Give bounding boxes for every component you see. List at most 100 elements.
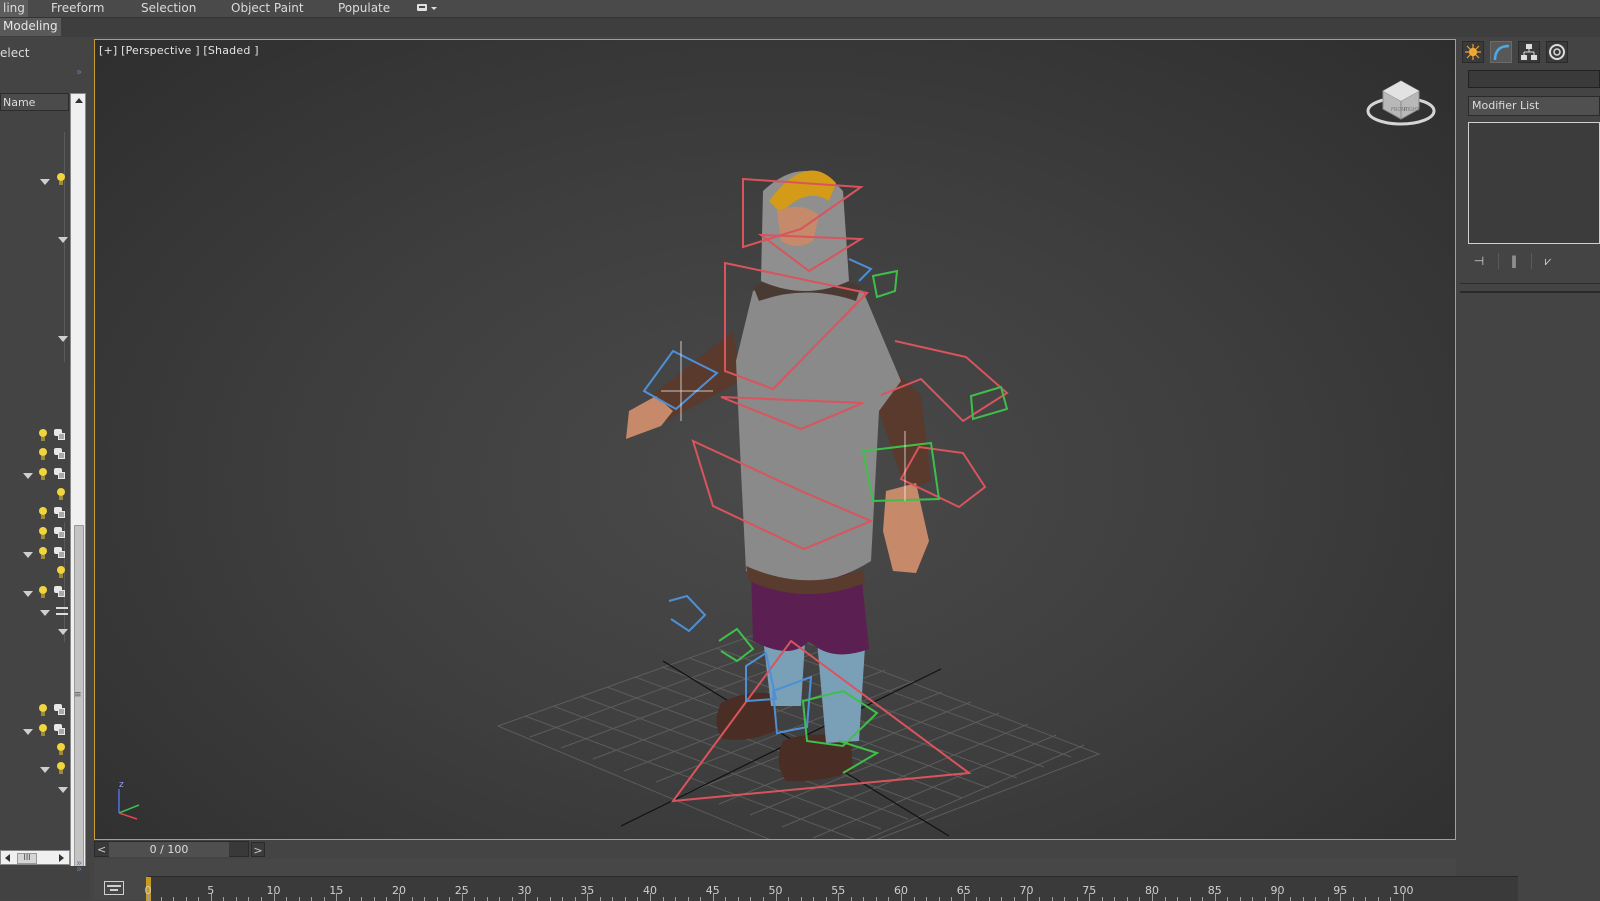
expand-arrow-icon[interactable] [40,179,50,185]
frame-tick [687,897,689,901]
time-slider-thumb[interactable]: 0 / 100 [109,842,229,857]
expand-arrow-icon[interactable] [58,336,68,342]
frame-tick [725,897,727,901]
explorer-horizontal-scrollbar[interactable]: III [0,850,70,865]
pin-stack-icon[interactable]: ⊣ [1468,253,1490,269]
frame-tick [1139,897,1141,901]
light-bulb-icon[interactable] [39,507,47,519]
frame-tick-label: 5 [207,884,215,897]
object-name-field[interactable] [1468,70,1600,88]
expand-arrow-icon[interactable] [40,610,50,616]
expand-arrow-icon[interactable] [40,767,50,773]
frame-tick [373,897,375,901]
light-bulb-icon[interactable] [39,448,47,460]
layer-icon[interactable] [54,586,66,597]
stack-icon[interactable] [56,607,68,615]
ribbon-modeling-label[interactable]: Modeling [0,18,61,36]
ribbon-options-dropdown[interactable] [416,0,438,17]
light-bulb-icon[interactable] [39,468,47,480]
light-bulb-icon[interactable] [57,762,65,774]
create-tab[interactable] [1462,41,1484,63]
light-bulb-icon[interactable] [39,547,47,559]
expand-icon[interactable]: » [76,864,82,875]
light-bulb-icon[interactable] [57,566,65,578]
motion-icon [1549,44,1565,60]
frame-tick [1315,897,1317,901]
layer-icon[interactable] [54,527,66,538]
frame-tick [474,897,476,901]
explorer-expand-icon[interactable]: » [76,67,82,78]
light-bulb-icon[interactable] [57,488,65,500]
expand-arrow-icon[interactable] [23,591,33,597]
ribbon-tab-populate[interactable]: Populate [338,0,390,17]
scroll-left-icon[interactable] [5,854,10,862]
time-slider[interactable]: < 0 / 100 > [94,841,265,857]
scene-explorer: elect » Name ≡ » [0,40,90,889]
layer-icon[interactable] [54,547,66,558]
layer-icon[interactable] [54,468,66,479]
frame-tick-label: 80 [1145,884,1159,897]
expand-arrow-icon[interactable] [58,787,68,793]
frame-tick [1352,897,1354,901]
motion-tab[interactable] [1546,41,1568,63]
layer-icon[interactable] [54,448,66,459]
frame-tick [988,897,990,901]
frame-tick [1114,897,1116,901]
hierarchy-tab[interactable] [1518,41,1540,63]
frame-tick-label: 20 [392,884,406,897]
explorer-vertical-scrollbar[interactable]: ≡ [70,93,86,889]
ribbon-tab-modeling[interactable]: ling [0,0,28,17]
perspective-viewport[interactable]: FRONT RIGHT z [+] [Perspective ] [Shaded… [94,39,1456,840]
horizontal-scroll-thumb[interactable]: III [17,853,37,864]
expand-arrow-icon[interactable] [23,729,33,735]
frame-tick [323,897,325,901]
layer-icon[interactable] [54,429,66,440]
expand-arrow-icon[interactable] [23,552,33,558]
layer-icon[interactable] [54,704,66,715]
explorer-select-header[interactable]: elect [0,46,29,60]
ribbon-tab-selection[interactable]: Selection [141,0,196,17]
expand-arrow-icon[interactable] [58,237,68,243]
frame-tick [637,897,639,901]
viewcube-face-label: RIGHT [1404,107,1421,113]
modifier-list-dropdown[interactable]: Modifier List [1468,96,1600,116]
separator [1531,253,1532,269]
hierarchy-icon [1521,44,1537,60]
explorer-tree[interactable] [0,112,69,872]
scroll-right-icon[interactable] [59,854,64,862]
expand-arrow-icon[interactable] [58,629,68,635]
frame-tick [198,897,200,901]
light-bulb-icon[interactable] [57,743,65,755]
light-bulb-icon[interactable] [39,724,47,736]
time-slider-next-button[interactable]: > [251,842,265,857]
frame-tick [813,897,815,901]
time-slider-prev-button[interactable]: < [97,842,106,857]
layer-icon[interactable] [54,507,66,518]
frame-tick [1239,897,1241,901]
light-bulb-icon[interactable] [39,586,47,598]
light-bulb-icon[interactable] [39,429,47,441]
make-unique-icon[interactable]: ⩗ [1537,253,1559,269]
light-bulb-icon[interactable] [57,173,65,185]
frame-ruler[interactable]: 0 5 10 15 20 25 30 35 40 45 50 55 60 65 70 75 80 85 90 95 10… [145,876,1518,901]
scroll-up-icon[interactable] [75,98,83,103]
viewport-label[interactable]: [+] [Perspective ] [Shaded ] [99,44,259,57]
light-bulb-icon[interactable] [39,527,47,539]
ribbon-tab-freeform[interactable]: Freeform [51,0,104,17]
column-header-name[interactable]: Name [0,93,69,111]
frame-tick [926,897,928,901]
frame-tick [223,897,225,901]
light-bulb-icon[interactable] [39,704,47,716]
modify-tab[interactable] [1490,41,1512,63]
ribbon-tab-object-paint[interactable]: Object Paint [231,0,304,17]
scene-canvas[interactable]: FRONT RIGHT z [95,40,1456,840]
curve-editor-icon[interactable] [104,881,124,895]
frame-tick [599,897,601,901]
frame-tick [1365,897,1367,901]
frame-tick-label: 50 [768,884,783,897]
layer-icon[interactable] [54,724,66,735]
expand-arrow-icon[interactable] [23,473,33,479]
show-end-result-icon[interactable]: ‖ [1503,253,1525,269]
modifier-stack[interactable] [1468,122,1600,244]
track-bar[interactable]: 0 5 10 15 20 25 30 35 40 45 50 55 60 65 70 75 80 85 90 95 10… [94,859,1518,901]
